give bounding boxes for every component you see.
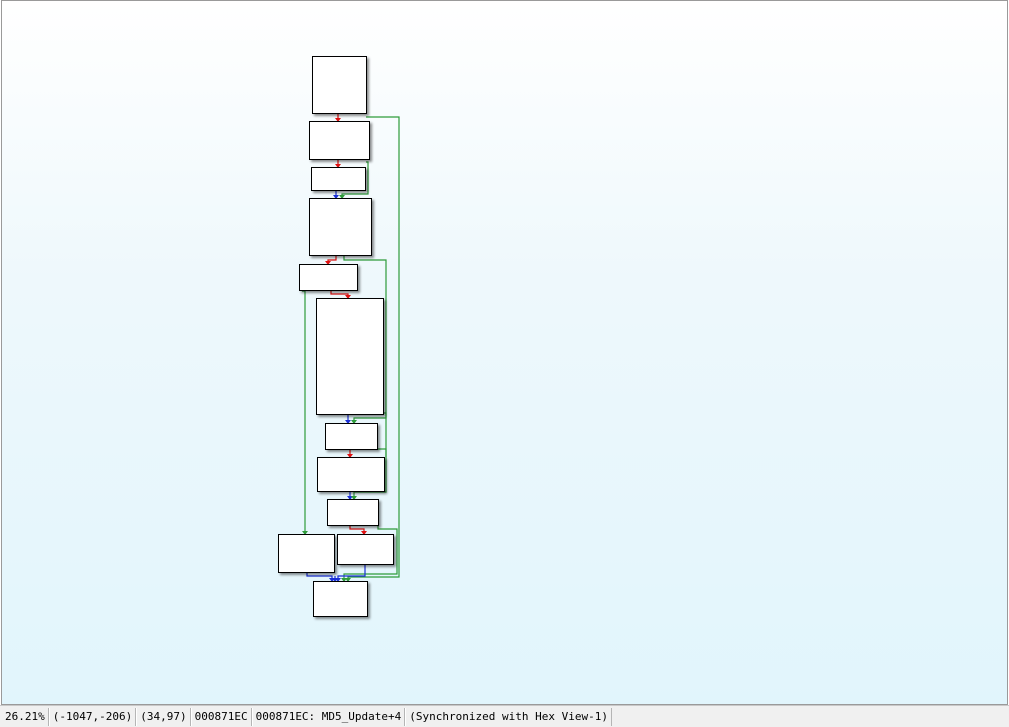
basic-block-6[interactable]: [316, 298, 384, 415]
edge-red-9-11[interactable]: [349, 525, 365, 534]
edge-green-7-10[interactable]: [376, 448, 387, 457]
zoom-level: 26.21%: [2, 707, 49, 726]
basic-block-7[interactable]: [325, 423, 378, 450]
graph-nodes: [278, 56, 394, 617]
ida-graph-window: 26.21% (-1047,-206) (34,97) 000871EC 000…: [0, 0, 1009, 727]
basic-block-9[interactable]: [327, 499, 379, 526]
mouse-position: (-1047,-206): [48, 707, 137, 726]
basic-block-11[interactable]: [337, 534, 394, 565]
basic-block-2[interactable]: [309, 121, 370, 160]
basic-block-1[interactable]: [312, 56, 367, 114]
edge-red-5-6[interactable]: [330, 290, 349, 298]
edge-blue-12-bottom[interactable]: [306, 572, 333, 581]
basic-block-12[interactable]: [313, 581, 368, 617]
graph-view-canvas[interactable]: [1, 0, 1008, 705]
current-location: 000871EC: MD5_Update+4: [251, 707, 406, 726]
sync-status: (Synchronized with Hex View-1): [405, 707, 612, 726]
cursor-position: (34,97): [136, 707, 191, 726]
status-bar: 26.21% (-1047,-206) (34,97) 000871EC 000…: [0, 705, 1009, 727]
flow-graph[interactable]: [2, 1, 1007, 704]
basic-block-8[interactable]: [317, 457, 385, 492]
edge-green-5-12[interactable]: [302, 290, 306, 534]
basic-block-3[interactable]: [311, 167, 366, 191]
current-address: 000871EC: [190, 707, 252, 726]
basic-block-10[interactable]: [278, 534, 335, 573]
basic-block-5[interactable]: [299, 264, 358, 291]
basic-block-4[interactable]: [309, 198, 372, 256]
